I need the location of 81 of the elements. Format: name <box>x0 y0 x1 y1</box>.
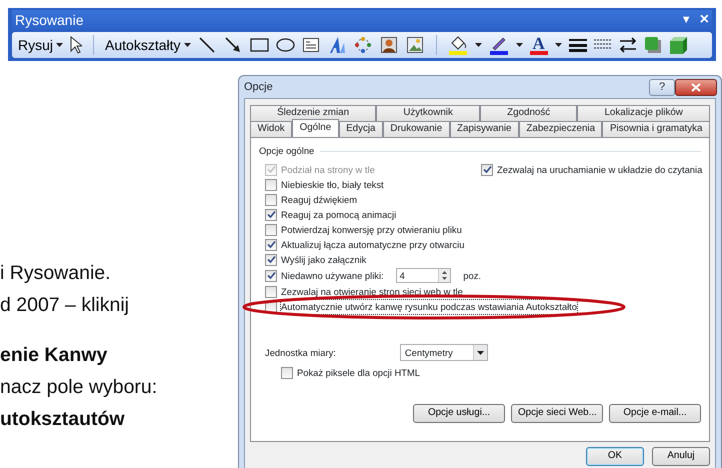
checkbox[interactable] <box>265 208 277 221</box>
person-frame-icon[interactable] <box>380 36 398 54</box>
options-button[interactable]: Opcje usługi... <box>413 404 505 424</box>
unit-dropdown[interactable]: Centymetry <box>400 344 488 362</box>
option-label: Niedawno używane pliki: <box>281 268 384 283</box>
help-button[interactable]: ? <box>649 78 675 96</box>
menu-button[interactable]: Autokształty <box>105 34 190 56</box>
cube-icon[interactable] <box>668 36 688 54</box>
image-icon[interactable] <box>406 36 424 54</box>
cancel-button[interactable]: Anuluj <box>652 447 710 466</box>
dropdown-button[interactable]: ▼ <box>680 14 692 26</box>
line-icon[interactable] <box>198 36 216 54</box>
caret-icon[interactable] <box>516 43 522 47</box>
option-label: Zezwalaj na uruchamianie w układzie do czytania <box>497 162 702 177</box>
tab[interactable]: Ogólne <box>292 119 339 137</box>
options-button[interactable]: Opcje e-mail... <box>609 404 701 424</box>
tab[interactable]: Widok <box>250 121 292 137</box>
option-label: Aktualizuj łącza automatyczne przy otwarciu <box>281 238 464 252</box>
rectangle-icon[interactable] <box>250 36 268 54</box>
tab[interactable]: Śledzenie zmian <box>250 105 376 121</box>
arrow-icon[interactable] <box>224 36 242 54</box>
line-style-icon[interactable] <box>568 38 587 52</box>
option-label: Reaguj dźwiękiem <box>281 192 358 207</box>
option-label: Zezwalaj na otwieranie stron sieci web w tle <box>281 284 463 299</box>
paint-bucket-icon[interactable] <box>448 35 468 55</box>
caret-icon[interactable] <box>554 43 562 47</box>
tab[interactable]: Edycja <box>338 121 383 137</box>
option-label: Niebieskie tło, biały tekst <box>281 178 384 192</box>
text-line: i Rysowanie. <box>0 261 111 286</box>
tab[interactable]: Zapisywanie <box>450 121 519 137</box>
text-line: d 2007 – kliknij <box>0 293 129 318</box>
text-line: enie Kanwy <box>0 343 108 368</box>
cursor-icon[interactable] <box>70 36 82 54</box>
options-button[interactable]: Opcje sieci Web... <box>511 404 603 424</box>
close-button[interactable]: × <box>700 12 709 28</box>
unit-label: poz. <box>463 268 481 283</box>
wordart-icon[interactable] <box>328 36 346 54</box>
checkbox[interactable] <box>281 366 293 379</box>
up-arrow-icon[interactable] <box>442 270 448 274</box>
window-title: Opcje <box>244 80 273 95</box>
ok-button[interactable]: OK <box>586 447 644 466</box>
checkbox[interactable] <box>265 270 277 282</box>
section-title: Opcje ogólne <box>259 144 314 158</box>
checkbox[interactable] <box>265 238 277 251</box>
caret-icon[interactable] <box>476 350 484 355</box>
option-label: Podział na strony w tle <box>281 162 375 177</box>
tab[interactable]: Drukowanie <box>382 121 450 137</box>
caret-icon[interactable] <box>474 43 482 47</box>
checkbox[interactable] <box>265 254 277 266</box>
tab[interactable]: Zabezpieczenia <box>518 121 602 137</box>
checkbox[interactable] <box>265 178 277 191</box>
tab[interactable]: Lokalizacje plików <box>577 105 710 121</box>
diagram-icon[interactable] <box>354 36 372 54</box>
option-label: Reaguj za pomocą animacji <box>281 208 396 222</box>
checkbox[interactable] <box>265 224 277 236</box>
down-arrow-icon[interactable] <box>442 277 448 280</box>
close-icon[interactable] <box>691 82 701 92</box>
caret-icon[interactable] <box>56 43 64 47</box>
toolbar-title: Rysowanie <box>15 10 84 30</box>
tab[interactable]: Zgodność <box>480 105 578 121</box>
oval-icon[interactable] <box>276 36 294 54</box>
option-label: Automatycznie utwórz kanwę rysunku podczas wstawiania Autokształto <box>281 300 577 314</box>
checkbox[interactable] <box>265 194 277 206</box>
text-line: utoksztautów <box>0 407 125 432</box>
checkbox[interactable] <box>265 286 277 298</box>
close-button[interactable] <box>675 78 717 96</box>
number-field[interactable]: 4 <box>396 268 452 284</box>
option-label: Potwierdzaj konwersję przy otwieraniu pliku <box>281 222 462 237</box>
field-label: Jednostka miary: <box>265 346 336 360</box>
checkbox[interactable] <box>481 164 493 176</box>
arrow-style-icon[interactable] <box>618 37 637 53</box>
option-label: Pokaż piksele dla opcji HTML <box>297 366 420 380</box>
tab[interactable]: Pisownia i gramatyka <box>602 121 710 137</box>
text-line: nacz pole wyboru: <box>0 375 158 400</box>
shadow-icon[interactable] <box>644 36 662 54</box>
pen-icon[interactable] <box>488 35 508 55</box>
tab[interactable]: Użytkownik <box>376 105 480 121</box>
menu-button[interactable]: Rysuj <box>18 34 64 56</box>
text-box-icon[interactable] <box>302 36 320 54</box>
option-label: Wyślij jako załącznik <box>281 252 366 267</box>
caret-icon[interactable] <box>184 43 190 47</box>
